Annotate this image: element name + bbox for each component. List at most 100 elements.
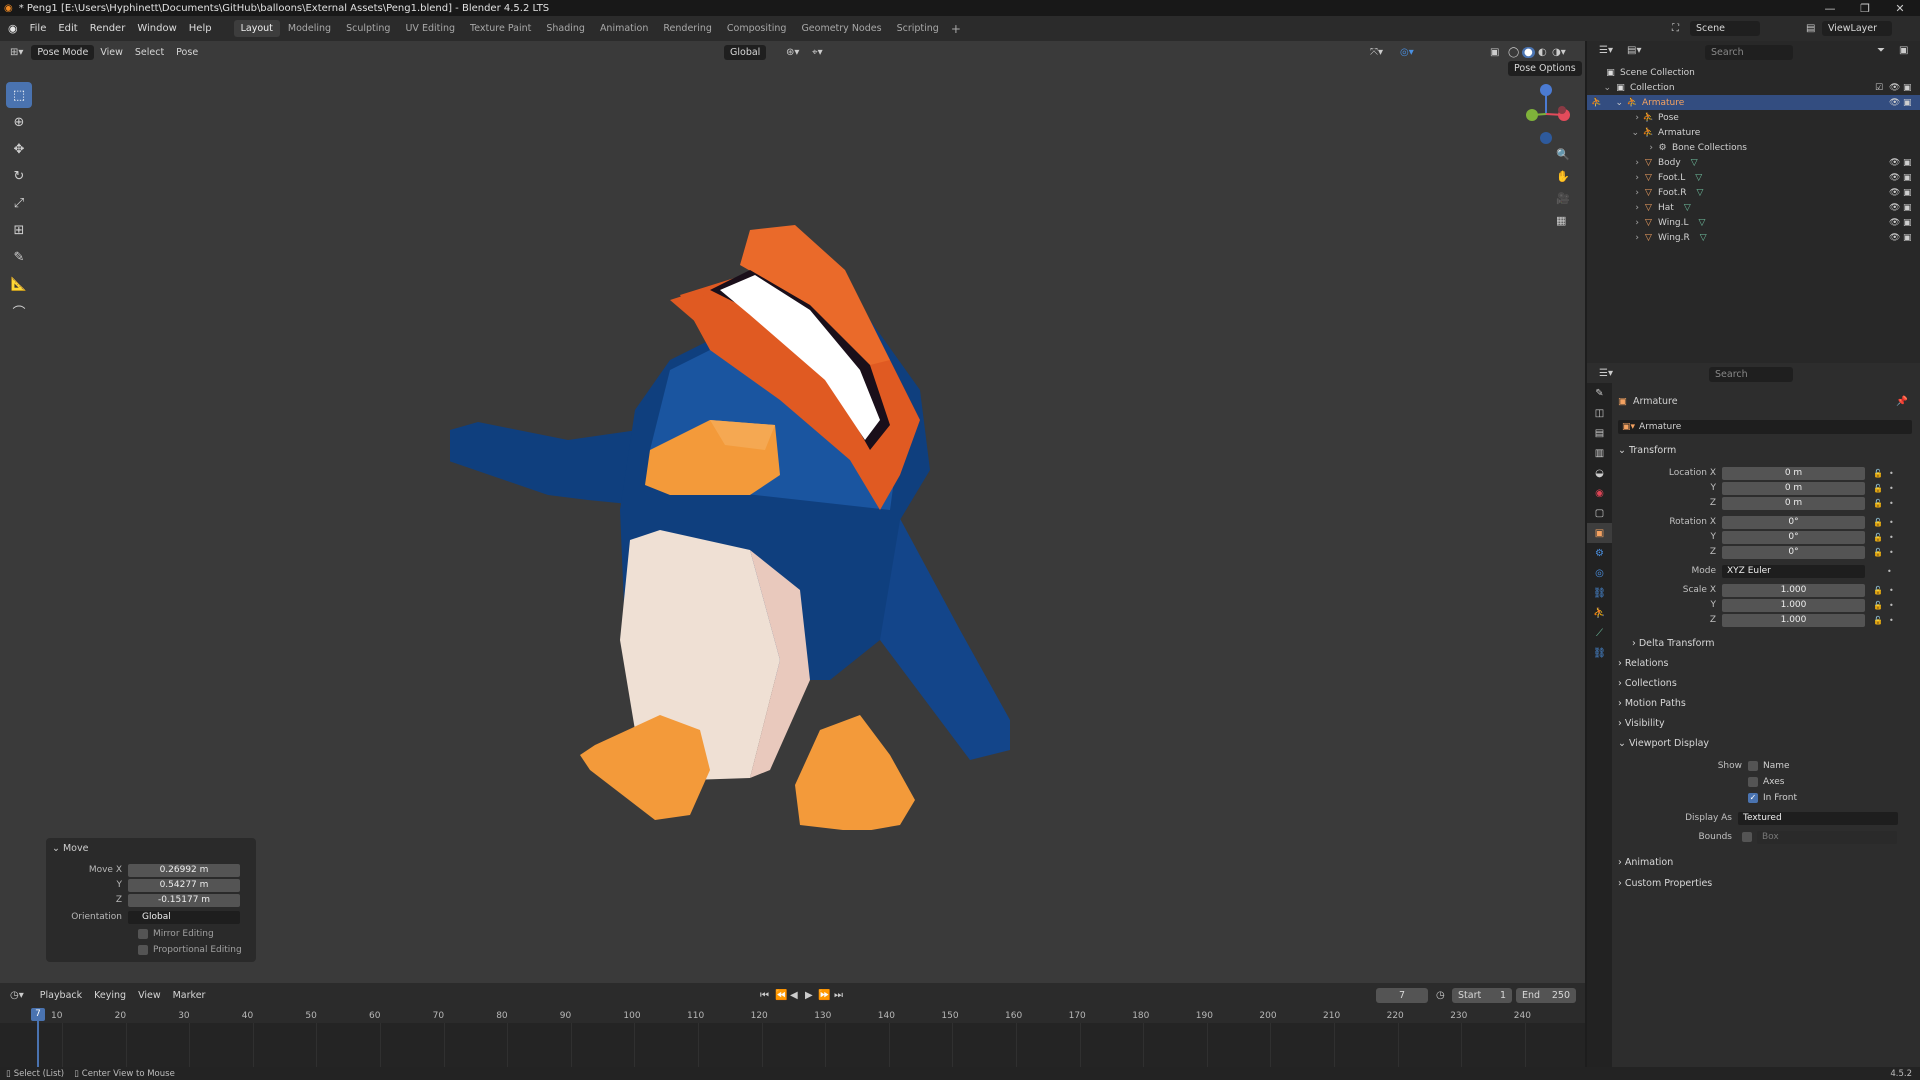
- proportional-editing-checkbox[interactable]: Proportional Editing: [138, 945, 242, 955]
- playhead[interactable]: 7: [31, 1008, 45, 1021]
- object-visibility-icon[interactable]: 👁: [1889, 218, 1900, 228]
- display-as-dropdown[interactable]: Textured: [1738, 811, 1898, 825]
- blender-menu-icon[interactable]: ◉: [8, 22, 18, 35]
- tab-modeling[interactable]: Modeling: [281, 20, 338, 37]
- shading-wireframe-icon[interactable]: ◯: [1508, 47, 1519, 58]
- scale-y-field[interactable]: 1.000: [1722, 598, 1865, 612]
- rotation-mode-dropdown[interactable]: XYZ Euler: [1722, 564, 1865, 578]
- tab-geometry-nodes[interactable]: Geometry Nodes: [794, 20, 888, 37]
- tool-tab-icon[interactable]: ✎: [1587, 383, 1612, 403]
- pan-hand-icon[interactable]: ✋: [1556, 170, 1576, 192]
- menu-select[interactable]: Select: [129, 45, 170, 60]
- object-render-icon[interactable]: ▣: [1903, 203, 1912, 213]
- transform-icon[interactable]: ⊞: [6, 217, 32, 243]
- properties-editor-icon[interactable]: ☰▾: [1599, 368, 1613, 379]
- view-layer-selector[interactable]: ViewLayer: [1822, 21, 1892, 36]
- tab-scripting[interactable]: Scripting: [890, 20, 946, 37]
- bounds-dropdown[interactable]: Box: [1757, 830, 1897, 844]
- lock-icon[interactable]: 🔓: [1873, 601, 1883, 610]
- keyframe-dot-icon[interactable]: •: [1889, 469, 1894, 478]
- animation-section[interactable]: › Animation: [1618, 857, 1673, 868]
- orientation-selector[interactable]: Global: [724, 44, 767, 60]
- outliner-object-foot-l[interactable]: › ▽ Foot.L ▽ 👁 ▣: [1587, 170, 1920, 185]
- location-y-field[interactable]: 0 m: [1722, 481, 1865, 495]
- in-front-checkbox[interactable]: ✓ In Front: [1748, 793, 1797, 803]
- custom-properties-section[interactable]: › Custom Properties: [1618, 878, 1712, 889]
- camera-icon[interactable]: 🎥: [1556, 192, 1576, 214]
- object-name-field[interactable]: ▣▾ Armature: [1618, 420, 1912, 434]
- orientation-dropdown[interactable]: Global: [128, 910, 240, 924]
- pivot-icon[interactable]: ⊛▾: [786, 47, 799, 58]
- viewport-display-section[interactable]: ⌄ Viewport Display: [1618, 738, 1709, 749]
- armature-render-icon[interactable]: ▣: [1903, 98, 1912, 108]
- outliner-object-wing-l[interactable]: › ▽ Wing.L ▽ 👁 ▣: [1587, 215, 1920, 230]
- zoom-icon[interactable]: 🔍: [1556, 148, 1576, 170]
- overlay-icon[interactable]: ◎▾: [1400, 47, 1414, 58]
- object-visibility-icon[interactable]: 👁: [1889, 173, 1900, 183]
- bone-constraint-tab-icon[interactable]: ⛓: [1587, 643, 1612, 663]
- keyframe-dot-icon[interactable]: •: [1889, 586, 1894, 595]
- move-z-field[interactable]: -0.15177 m: [128, 893, 240, 907]
- object-visibility-icon[interactable]: 👁: [1889, 158, 1900, 168]
- object-tab-icon[interactable]: ▣: [1587, 523, 1612, 543]
- menu-render[interactable]: Render: [84, 23, 132, 34]
- location-x-field[interactable]: 0 m: [1722, 466, 1865, 480]
- scene-icon[interactable]: ⛶: [1672, 23, 1679, 34]
- location-z-field[interactable]: 0 m: [1722, 496, 1865, 510]
- filter-icon[interactable]: ⏷: [1877, 45, 1885, 56]
- move-panel-title[interactable]: ⌄ Move: [52, 843, 88, 854]
- grid-icon[interactable]: ▦: [1556, 214, 1576, 236]
- outliner-pose[interactable]: › ⛹ Pose: [1587, 110, 1920, 125]
- pose-mode-icon[interactable]: ⛹: [1591, 98, 1605, 108]
- outliner-bone-collections[interactable]: › ⚙ Bone Collections: [1587, 140, 1920, 155]
- move-icon[interactable]: ✥: [6, 136, 32, 162]
- transform-section[interactable]: ⌄ Transform: [1618, 445, 1676, 456]
- properties-search-input[interactable]: Search: [1709, 367, 1793, 382]
- lock-icon[interactable]: 🔓: [1873, 499, 1883, 508]
- lock-icon[interactable]: 🔓: [1873, 586, 1883, 595]
- xray-icon[interactable]: ▣: [1490, 47, 1499, 58]
- scene-selector[interactable]: Scene: [1690, 21, 1760, 36]
- keyframe-dot-icon[interactable]: •: [1887, 567, 1892, 576]
- object-visibility-icon[interactable]: 👁: [1889, 233, 1900, 243]
- menu-marker[interactable]: Marker: [167, 988, 212, 1003]
- navigation-gizmo[interactable]: [1510, 82, 1570, 152]
- outliner-scene-collection[interactable]: ▣ Scene Collection: [1587, 65, 1920, 80]
- collection-render-icon[interactable]: ▣: [1903, 83, 1912, 93]
- physics-tab-icon[interactable]: ◎: [1587, 563, 1612, 583]
- keyframe-dot-icon[interactable]: •: [1889, 499, 1894, 508]
- tab-uv-editing[interactable]: UV Editing: [398, 20, 462, 37]
- world-tab-icon[interactable]: ◉: [1587, 483, 1612, 503]
- clock-icon[interactable]: ◷: [1436, 990, 1445, 1001]
- bounds-checkbox[interactable]: [1742, 832, 1752, 842]
- collections-section[interactable]: › Collections: [1618, 678, 1677, 689]
- motion-paths-section[interactable]: › Motion Paths: [1618, 698, 1686, 709]
- tab-animation[interactable]: Animation: [593, 20, 655, 37]
- outliner-armature[interactable]: ⛹ ⌄ ⛹ Armature 👁 ▣: [1587, 95, 1920, 110]
- menu-playback[interactable]: Playback: [34, 988, 88, 1003]
- object-visibility-icon[interactable]: 👁: [1889, 188, 1900, 198]
- shading-solid-icon[interactable]: ●: [1522, 46, 1535, 58]
- tab-shading[interactable]: Shading: [539, 20, 592, 37]
- tab-layout[interactable]: Layout: [233, 20, 280, 37]
- rotation-z-field[interactable]: 0°: [1722, 545, 1865, 559]
- outliner-armature-data[interactable]: ⌄ ⛹ Armature: [1587, 125, 1920, 140]
- annotate-icon[interactable]: ✎: [6, 244, 32, 270]
- lock-icon[interactable]: 🔓: [1873, 533, 1883, 542]
- lock-icon[interactable]: 🔓: [1873, 548, 1883, 557]
- collection-exclude-checkbox[interactable]: ☑: [1875, 83, 1883, 93]
- lock-icon[interactable]: 🔓: [1873, 484, 1883, 493]
- menu-edit[interactable]: Edit: [52, 23, 83, 34]
- timeline-ruler[interactable]: [0, 1007, 1585, 1023]
- view-layer-icon[interactable]: ▤: [1806, 23, 1815, 34]
- show-axes-checkbox[interactable]: Axes: [1748, 777, 1784, 787]
- display-mode-icon[interactable]: ▤▾: [1627, 45, 1641, 56]
- add-workspace-icon[interactable]: +: [951, 22, 961, 36]
- pin-icon[interactable]: 📌: [1896, 396, 1908, 407]
- rotation-y-field[interactable]: 0°: [1722, 530, 1865, 544]
- tab-rendering[interactable]: Rendering: [656, 20, 719, 37]
- start-frame-field[interactable]: Start 1: [1452, 987, 1512, 1003]
- constraint-tab-icon[interactable]: ⛓: [1587, 583, 1612, 603]
- editor-type-icon[interactable]: ⊞▾: [10, 47, 23, 58]
- play-icon[interactable]: ▶: [805, 990, 813, 1001]
